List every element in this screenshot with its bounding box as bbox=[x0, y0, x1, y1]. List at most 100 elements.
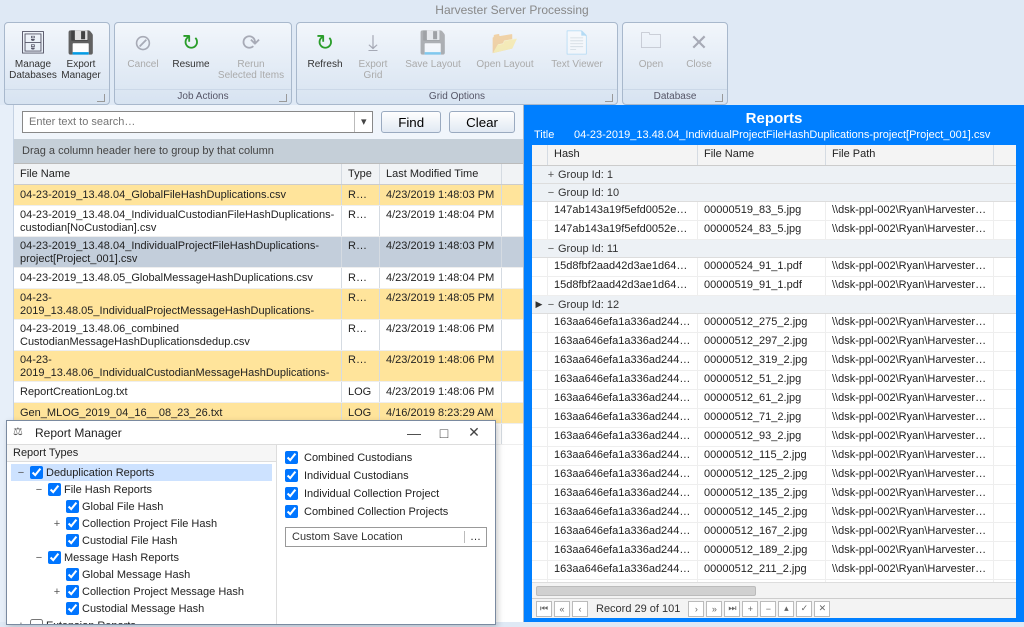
option-checkbox[interactable] bbox=[285, 469, 298, 482]
browse-ellipsis-icon[interactable]: … bbox=[464, 531, 486, 543]
tree-node[interactable]: +Collection Project File Hash bbox=[11, 515, 272, 532]
dialog-close[interactable]: ✕ bbox=[459, 424, 489, 441]
nav-remove[interactable]: − bbox=[760, 601, 776, 617]
col-last-modified[interactable]: Last Modified Time bbox=[380, 164, 502, 184]
report-row[interactable]: 163aa646efa1a336ad2443…00000512_125_2.jp… bbox=[532, 466, 1016, 485]
tree-toggle-icon[interactable]: + bbox=[15, 620, 27, 625]
report-row[interactable]: 163aa646efa1a336ad2443…00000512_211_2.jp… bbox=[532, 561, 1016, 580]
group-expand-icon[interactable] bbox=[279, 94, 287, 102]
tree-toggle-icon[interactable]: − bbox=[33, 484, 45, 496]
file-row[interactable]: 04-23-2019_13.48.04_IndividualProjectFil… bbox=[14, 237, 523, 268]
tree-checkbox[interactable] bbox=[66, 568, 79, 581]
nav-cancel[interactable]: ✕ bbox=[814, 601, 830, 617]
find-button[interactable]: Find bbox=[381, 111, 441, 133]
report-row[interactable]: 163aa646efa1a336ad2443…00000512_51_2.jpg… bbox=[532, 371, 1016, 390]
group-collapse-icon[interactable]: + bbox=[544, 169, 558, 181]
group-header-row[interactable]: ▶−Group Id: 12 bbox=[532, 296, 1016, 314]
group-header-row[interactable]: −Group Id: 11 bbox=[532, 240, 1016, 258]
option-row[interactable]: Individual Collection Project bbox=[285, 487, 487, 500]
tree-toggle-icon[interactable]: + bbox=[51, 518, 63, 530]
col-file-name[interactable]: File Name bbox=[14, 164, 342, 184]
dialog-maximize[interactable]: □ bbox=[429, 425, 459, 441]
custom-save-location[interactable]: Custom Save Location… bbox=[285, 527, 487, 547]
tree-toggle-icon[interactable]: − bbox=[33, 552, 45, 564]
nav-prev-page[interactable]: « bbox=[554, 601, 570, 617]
tree-checkbox[interactable] bbox=[66, 585, 79, 598]
ribbon-refresh[interactable]: ↻Refresh bbox=[301, 25, 349, 89]
tree-checkbox[interactable] bbox=[66, 602, 79, 615]
file-row[interactable]: 04-23-2019_13.48.06_IndividualCustodianM… bbox=[14, 351, 523, 382]
file-row[interactable]: 04-23-2019_13.48.04_GlobalFileHashDuplic… bbox=[14, 185, 523, 206]
tree-node[interactable]: −File Hash Reports bbox=[11, 481, 272, 498]
group-collapse-icon[interactable]: − bbox=[544, 187, 558, 199]
nav-commit[interactable]: ✓ bbox=[796, 601, 812, 617]
nav-add[interactable]: + bbox=[742, 601, 758, 617]
tree-node[interactable]: Global File Hash bbox=[11, 498, 272, 515]
file-row[interactable]: 04-23-2019_13.48.06_combined CustodianMe… bbox=[14, 320, 523, 351]
tree-node[interactable]: −Deduplication Reports bbox=[11, 464, 272, 481]
search-input[interactable] bbox=[23, 112, 354, 132]
tree-node[interactable]: +Extension Reports bbox=[11, 617, 272, 624]
scrollbar-thumb[interactable] bbox=[536, 586, 756, 596]
tree-node[interactable]: +Collection Project Message Hash bbox=[11, 583, 272, 600]
nav-prev[interactable]: ‹ bbox=[572, 601, 588, 617]
dialog-minimize[interactable]: — bbox=[399, 425, 429, 441]
tree-checkbox[interactable] bbox=[66, 517, 79, 530]
group-expand-icon[interactable] bbox=[605, 94, 613, 102]
col-file-path[interactable]: File Path bbox=[826, 145, 994, 165]
report-row[interactable]: 147ab143a19f5efd0052e2…00000519_83_5.jpg… bbox=[532, 202, 1016, 221]
group-header-row[interactable]: −Group Id: 10 bbox=[532, 184, 1016, 202]
file-row[interactable]: ReportCreationLog.txtLOG4/23/2019 1:48:0… bbox=[14, 382, 523, 403]
option-checkbox[interactable] bbox=[285, 451, 298, 464]
col-file-name-r[interactable]: File Name bbox=[698, 145, 826, 165]
tree-checkbox[interactable] bbox=[66, 500, 79, 513]
report-row[interactable]: 163aa646efa1a336ad2443…00000512_167_2.jp… bbox=[532, 523, 1016, 542]
tree-checkbox[interactable] bbox=[30, 466, 43, 479]
group-by-hint[interactable]: Drag a column header here to group by th… bbox=[14, 139, 523, 163]
report-row[interactable]: 163aa646efa1a336ad2443…00000512_189_2.jp… bbox=[532, 542, 1016, 561]
ribbon-export-manager[interactable]: 💾Export Manager bbox=[57, 25, 105, 89]
search-dropdown-icon[interactable]: ▾ bbox=[354, 112, 372, 132]
report-row[interactable]: 163aa646efa1a336ad2443…00000512_93_2.jpg… bbox=[532, 428, 1016, 447]
report-row[interactable]: 163aa646efa1a336ad2443…00000512_319_2.jp… bbox=[532, 352, 1016, 371]
option-row[interactable]: Individual Custodians bbox=[285, 469, 487, 482]
report-row[interactable]: 163aa646efa1a336ad2443…00000512_71_2.jpg… bbox=[532, 409, 1016, 428]
tree-checkbox[interactable] bbox=[30, 619, 43, 624]
tree-node[interactable]: Custodial Message Hash bbox=[11, 600, 272, 617]
nav-first[interactable]: ⏮ bbox=[536, 601, 552, 617]
report-row[interactable]: 15d8fbf2aad42d3ae1d641…00000519_91_1.pdf… bbox=[532, 277, 1016, 296]
tree-node[interactable]: −Message Hash Reports bbox=[11, 549, 272, 566]
report-row[interactable]: 15d8fbf2aad42d3ae1d641…00000524_91_1.pdf… bbox=[532, 258, 1016, 277]
tree-checkbox[interactable] bbox=[48, 483, 61, 496]
ribbon-resume[interactable]: ↻Resume bbox=[167, 25, 215, 89]
tree-checkbox[interactable] bbox=[48, 551, 61, 564]
horizontal-scrollbar[interactable] bbox=[532, 582, 1016, 598]
ribbon-manage-databases[interactable]: 🗄Manage Databases bbox=[9, 25, 57, 89]
report-row[interactable]: 163aa646efa1a336ad2443…00000512_275_2.jp… bbox=[532, 314, 1016, 333]
option-row[interactable]: Combined Custodians bbox=[285, 451, 487, 464]
col-type[interactable]: Type bbox=[342, 164, 380, 184]
dialog-titlebar[interactable]: ⚖ Report Manager — □ ✕ bbox=[7, 421, 495, 445]
report-row[interactable]: 163aa646efa1a336ad2443…00000512_115_2.jp… bbox=[532, 447, 1016, 466]
report-row[interactable]: 163aa646efa1a336ad2443…00000512_145_2.jp… bbox=[532, 504, 1016, 523]
group-collapse-icon[interactable]: − bbox=[544, 299, 558, 311]
group-collapse-icon[interactable]: − bbox=[544, 243, 558, 255]
report-row[interactable]: 147ab143a19f5efd0052e2…00000524_83_5.jpg… bbox=[532, 221, 1016, 240]
nav-last[interactable]: ⏭ bbox=[724, 601, 740, 617]
group-expand-icon[interactable] bbox=[715, 94, 723, 102]
file-row[interactable]: 04-23-2019_13.48.05_IndividualProjectMes… bbox=[14, 289, 523, 320]
tree-checkbox[interactable] bbox=[66, 534, 79, 547]
option-row[interactable]: Combined Collection Projects bbox=[285, 505, 487, 518]
col-hash[interactable]: Hash bbox=[548, 145, 698, 165]
report-row[interactable]: 163aa646efa1a336ad2443…00000512_135_2.jp… bbox=[532, 485, 1016, 504]
option-checkbox[interactable] bbox=[285, 487, 298, 500]
nav-edit[interactable]: ▴ bbox=[778, 601, 794, 617]
col-expand[interactable] bbox=[532, 145, 548, 165]
tree-node[interactable]: Custodial File Hash bbox=[11, 532, 272, 549]
tree-toggle-icon[interactable]: − bbox=[15, 467, 27, 479]
file-row[interactable]: 04-23-2019_13.48.05_GlobalMessageHashDup… bbox=[14, 268, 523, 289]
group-expand-icon[interactable] bbox=[97, 94, 105, 102]
nav-next-page[interactable]: » bbox=[706, 601, 722, 617]
group-header-row[interactable]: +Group Id: 1 bbox=[532, 166, 1016, 184]
report-row[interactable]: 163aa646efa1a336ad2443…00000512_61_2.jpg… bbox=[532, 390, 1016, 409]
